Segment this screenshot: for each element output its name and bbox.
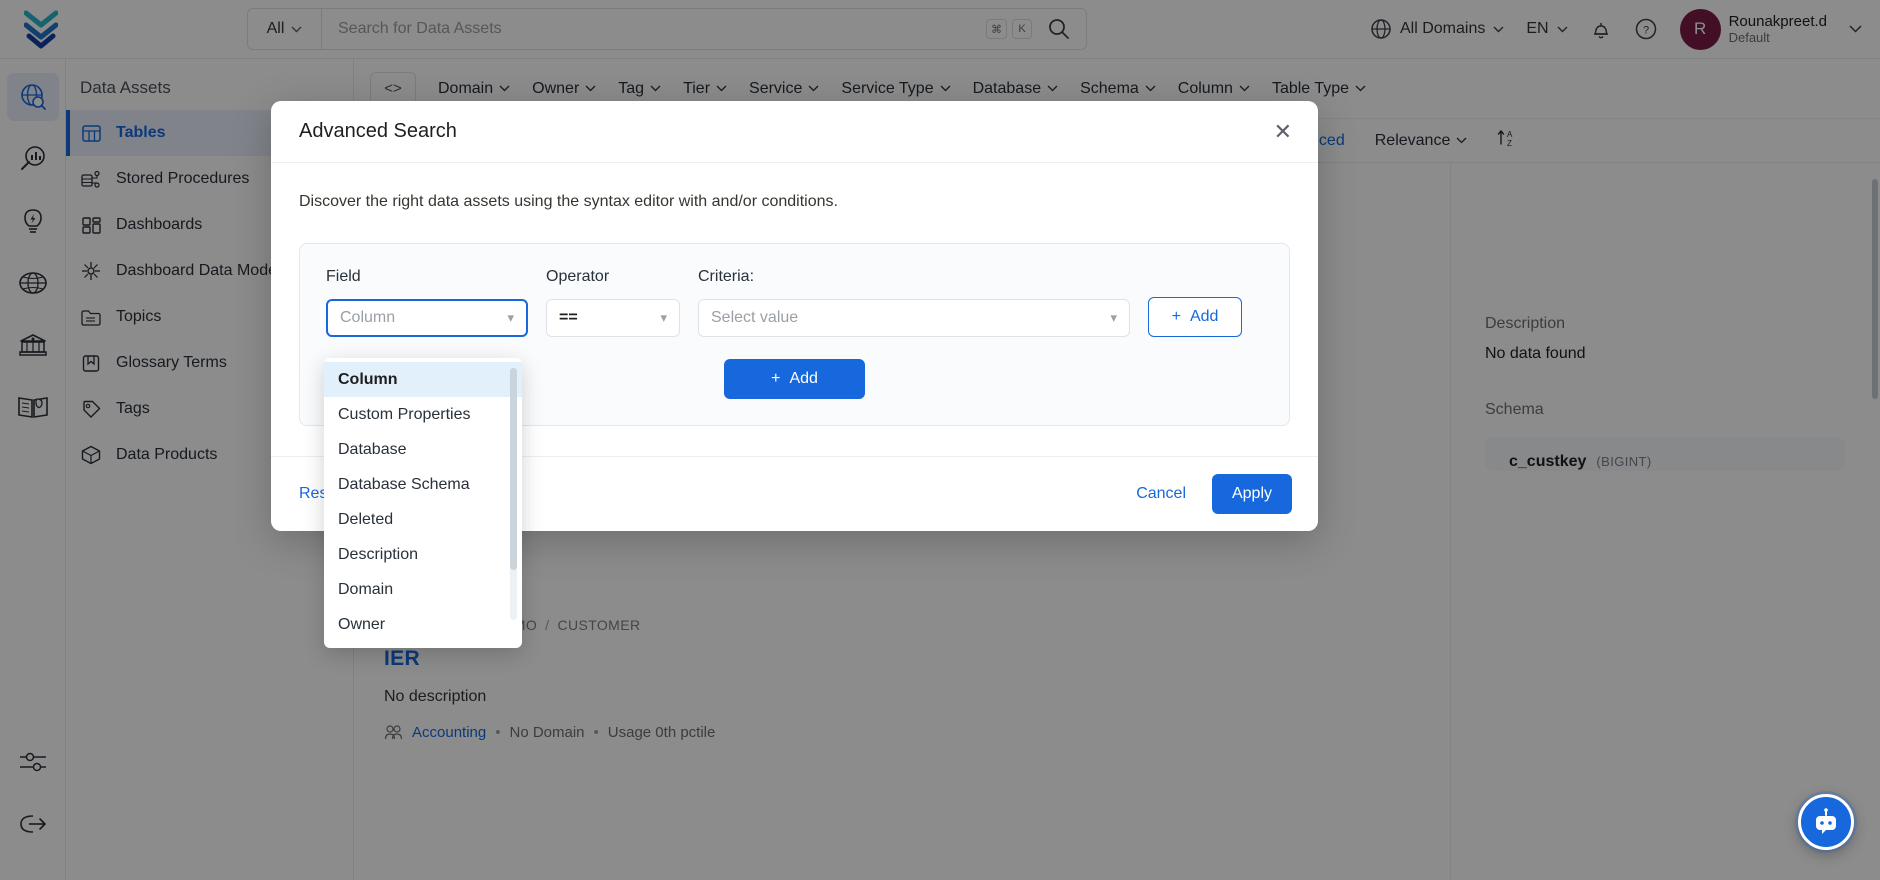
operator-select-value: == — [559, 309, 578, 326]
modal-title: Advanced Search — [299, 120, 457, 142]
chat-bot-button[interactable] — [1798, 794, 1854, 850]
chat-bot-icon — [1816, 808, 1836, 834]
field-group: Field Column ▾ — [326, 268, 528, 337]
cancel-button[interactable]: Cancel — [1136, 485, 1186, 503]
chevron-down-icon: ▾ — [1110, 310, 1117, 325]
dropdown-option-deleted[interactable]: Deleted — [324, 502, 522, 537]
criteria-group: Criteria: Select value ▾ — [698, 268, 1130, 337]
chevron-down-icon: ▾ — [507, 310, 514, 325]
add-rule-button[interactable]: + Add — [1148, 297, 1242, 337]
plus-icon: + — [1171, 308, 1181, 325]
dropdown-option-database[interactable]: Database — [324, 432, 522, 467]
close-icon[interactable]: ✕ — [1274, 120, 1292, 143]
chevron-down-icon: ▾ — [660, 310, 667, 325]
dropdown-option-custom-properties[interactable]: Custom Properties — [324, 397, 522, 432]
dropdown-option-description[interactable]: Description — [324, 537, 522, 572]
operator-group: Operator == ▾ — [546, 268, 680, 337]
add-rule-label: Add — [1189, 308, 1219, 325]
apply-button[interactable]: Apply — [1212, 474, 1292, 514]
dropdown-option-database-schema[interactable]: Database Schema — [324, 467, 522, 502]
dropdown-scrollbar-thumb[interactable] — [510, 368, 517, 570]
operator-select[interactable]: == ▾ — [546, 299, 680, 337]
dropdown-scrollbar[interactable] — [510, 368, 517, 620]
criteria-label: Criteria: — [698, 268, 755, 285]
add-group-label: Add — [789, 370, 818, 387]
field-select-value: Column — [340, 309, 396, 326]
dropdown-option-column[interactable]: Column — [324, 362, 522, 397]
field-label: Field — [326, 268, 361, 285]
dropdown-option-domain[interactable]: Domain — [324, 572, 522, 607]
app-root: All ⌘ K — [0, 0, 1880, 880]
criteria-placeholder: Select value — [711, 309, 799, 326]
field-dropdown-menu[interactable]: Column Custom Properties Database Databa… — [324, 358, 522, 648]
query-rule-row: Field Column ▾ Operator == ▾ Criteria: S… — [326, 268, 1263, 337]
criteria-select[interactable]: Select value ▾ — [698, 299, 1130, 337]
modal-footer-actions: Cancel Apply — [1136, 474, 1292, 514]
modal-subtitle: Discover the right data assets using the… — [299, 193, 838, 210]
plus-icon: + — [771, 370, 781, 387]
operator-label: Operator — [546, 268, 610, 285]
field-select[interactable]: Column ▾ — [326, 299, 528, 337]
modal-header: Advanced Search ✕ — [271, 101, 1318, 163]
add-group-button[interactable]: + Add — [724, 359, 865, 399]
dropdown-option-owner[interactable]: Owner — [324, 607, 522, 642]
